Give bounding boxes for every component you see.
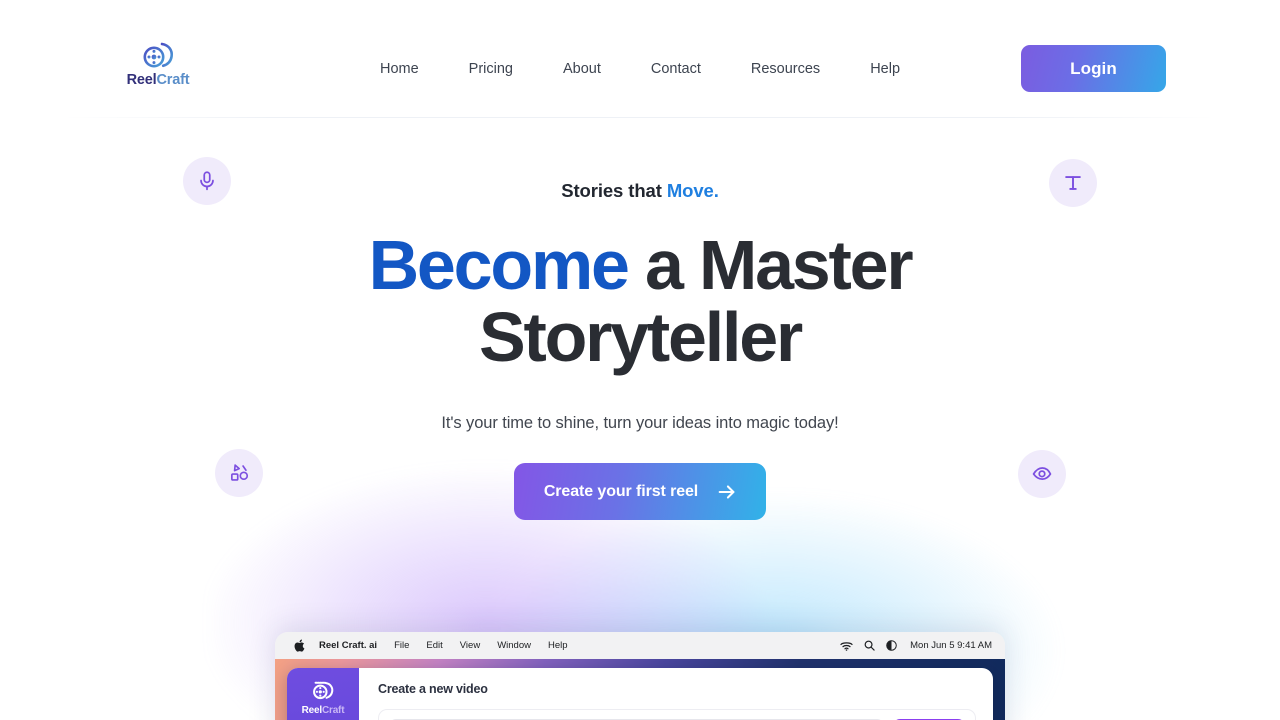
site-header: ReelCraft Home Pricing About Contact Res…: [0, 0, 1280, 118]
page-title: Become a Master Storyteller: [0, 229, 1280, 373]
hero-subtitle: It's your time to shine, turn your ideas…: [441, 414, 839, 432]
nav-item-pricing[interactable]: Pricing: [444, 57, 538, 81]
headline-accent-word: Become: [368, 226, 630, 304]
hero-eyebrow-text: Stories that: [561, 180, 667, 201]
mockup-menu-window[interactable]: Window: [497, 640, 531, 651]
hero-cta-container: Create your first reel: [0, 463, 1280, 520]
headline-line-1: Become a Master: [0, 229, 1280, 301]
nav-item-home[interactable]: Home: [355, 57, 444, 81]
mockup-sidebar-name-primary: Reel: [301, 705, 323, 716]
mockup-app-window: ReelCraft Create a new video: [287, 668, 993, 720]
film-reel-icon: [313, 681, 334, 700]
mockup-content-title: Create a new video: [378, 682, 488, 696]
cta-label: Create your first reel: [543, 482, 699, 500]
apple-logo-icon: [294, 639, 305, 652]
arrow-right-icon: [718, 484, 735, 499]
wifi-icon[interactable]: [840, 641, 853, 651]
hero-eyebrow-accent: Move.: [666, 180, 719, 201]
headline-line-2: Storyteller: [478, 298, 803, 376]
shapes-icon: [215, 449, 263, 497]
mockup-menu-edit[interactable]: Edit: [426, 640, 442, 651]
mockup-status-area: Mon Jun 5 9:41 AM: [840, 640, 992, 651]
mockup-menubar: Reel Craft. ai File Edit View Window Hel…: [275, 632, 1005, 659]
mockup-menu-view[interactable]: View: [460, 640, 480, 651]
mockup-prompt-card: [378, 709, 976, 720]
nav-item-resources[interactable]: Resources: [726, 57, 845, 81]
landing-page: ReelCraft Home Pricing About Contact Res…: [0, 0, 1280, 720]
mockup-menu-help[interactable]: Help: [548, 640, 568, 651]
app-mockup: Reel Craft. ai File Edit View Window Hel…: [275, 632, 1005, 720]
search-icon[interactable]: [864, 640, 875, 651]
mockup-sidebar: ReelCraft: [287, 668, 359, 720]
mockup-clock: Mon Jun 5 9:41 AM: [910, 640, 992, 651]
mockup-menu-file[interactable]: File: [394, 640, 409, 651]
mockup-sidebar-wordmark: ReelCraft: [302, 705, 345, 716]
mockup-content: Create a new video: [359, 668, 993, 720]
microphone-icon: [183, 157, 231, 205]
mockup-desktop: ReelCraft Create a new video: [275, 659, 1005, 720]
nav-item-contact[interactable]: Contact: [626, 57, 726, 81]
headline-line-1-rest: a Master: [627, 226, 914, 304]
nav-item-help[interactable]: Help: [845, 57, 925, 81]
mockup-app-name: Reel Craft. ai: [319, 640, 378, 651]
eye-icon: [1018, 450, 1066, 498]
control-center-icon[interactable]: [886, 640, 897, 651]
nav-item-about[interactable]: About: [538, 57, 626, 81]
mockup-sidebar-name-secondary: Craft: [321, 705, 345, 716]
create-first-reel-button[interactable]: Create your first reel: [513, 463, 767, 520]
header-divider: [64, 117, 1216, 118]
login-button[interactable]: Login: [1021, 45, 1166, 92]
text-tool-icon: [1049, 159, 1097, 207]
